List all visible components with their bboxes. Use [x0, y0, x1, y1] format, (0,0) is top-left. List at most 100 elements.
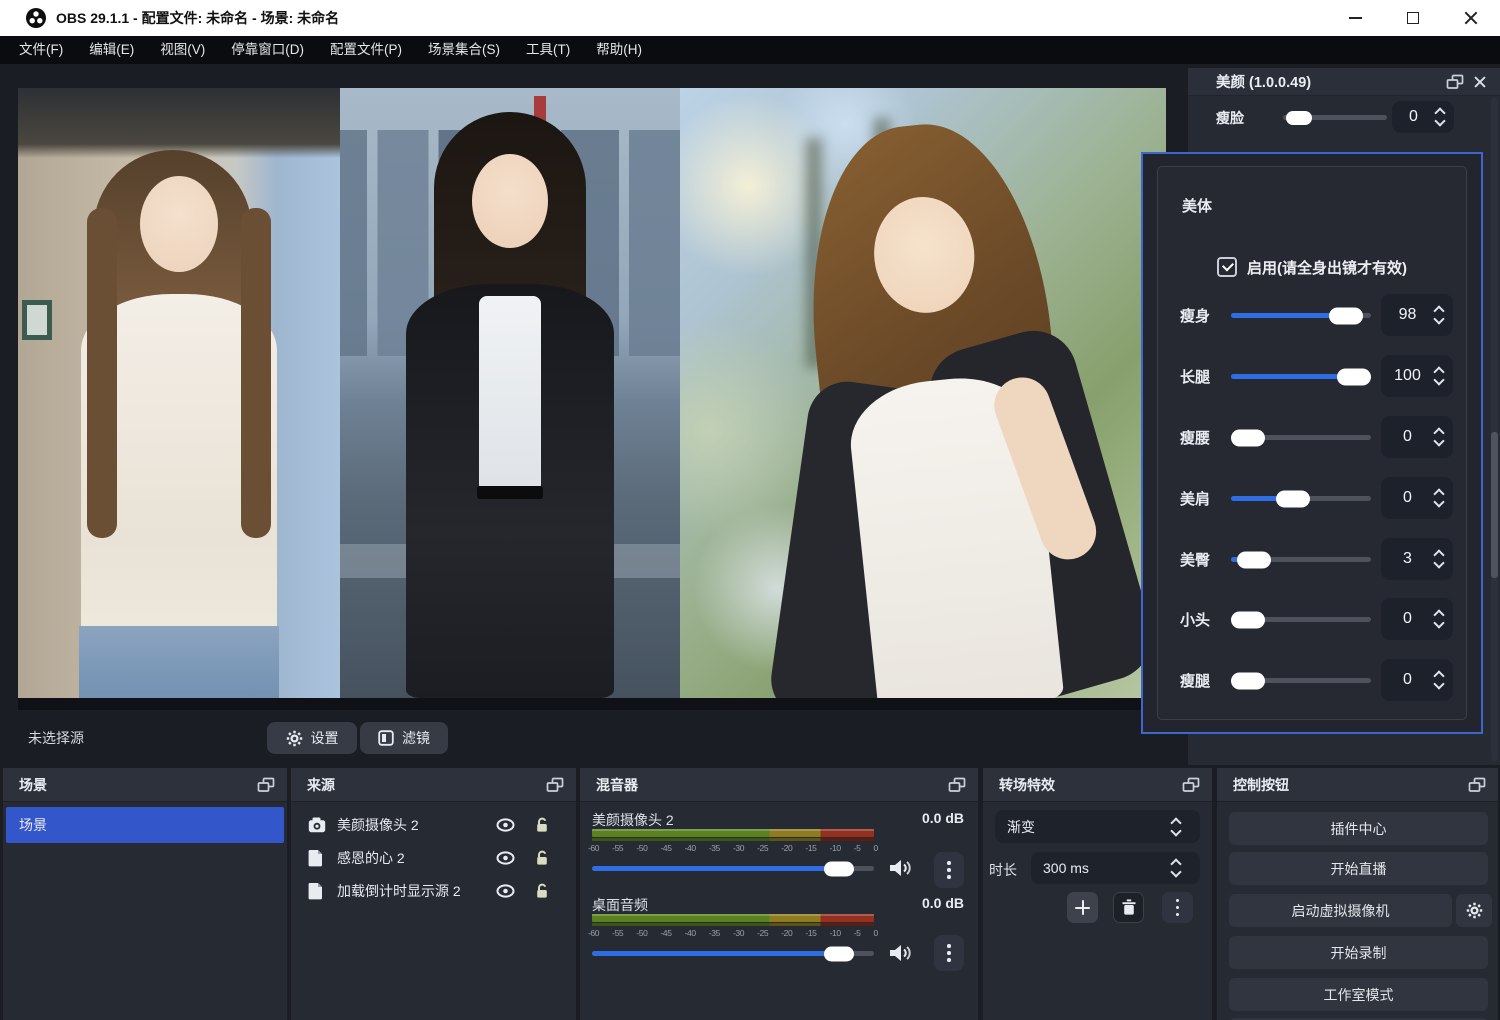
face-slider[interactable] [1283, 109, 1387, 126]
plugin-center-button[interactable]: 插件中心 [1229, 812, 1488, 845]
slider-xiaotou[interactable] [1231, 611, 1371, 628]
menu-tools[interactable]: 工具(T) [513, 36, 583, 64]
duration-input[interactable]: 300 ms [1031, 852, 1200, 884]
chevron-up-icon[interactable] [1435, 108, 1445, 115]
menu-edit[interactable]: 编辑(E) [76, 36, 147, 64]
speaker-icon[interactable] [888, 858, 912, 878]
transitions-dock-header[interactable]: 转场特效 [983, 768, 1212, 802]
studio-mode-button[interactable]: 工作室模式 [1229, 978, 1488, 1011]
menu-view[interactable]: 视图(V) [147, 36, 218, 64]
chevron-up-icon[interactable] [1171, 859, 1181, 866]
menu-docks[interactable]: 停靠窗口(D) [218, 36, 317, 64]
menu-scene-collection[interactable]: 场景集合(S) [415, 36, 513, 64]
slider-shouyao[interactable] [1231, 429, 1371, 446]
chevron-up-icon[interactable] [1434, 306, 1444, 313]
slider-handle[interactable] [1337, 368, 1371, 385]
slider-spinbox[interactable]: 0 [1381, 598, 1453, 640]
chevron-up-icon[interactable] [1434, 610, 1444, 617]
chevron-down-icon[interactable] [1434, 439, 1444, 446]
volume-slider-handle[interactable] [824, 946, 854, 961]
slider-spinbox[interactable]: 98 [1381, 294, 1453, 336]
kebab-menu-button[interactable] [934, 852, 964, 888]
chevron-down-icon[interactable] [1434, 317, 1444, 324]
source-row-media-1[interactable]: 感恩的心 2 [291, 841, 576, 874]
slider-spinbox[interactable]: 100 [1381, 355, 1453, 397]
popout-squares-icon[interactable] [257, 777, 275, 793]
slider-changtui[interactable] [1231, 368, 1371, 385]
slider-handle[interactable] [1237, 551, 1271, 568]
chevron-down-icon[interactable] [1171, 870, 1181, 877]
lock-unlocked-icon[interactable] [534, 883, 550, 899]
volume-slider[interactable] [592, 945, 874, 962]
slider-spinbox[interactable]: 0 [1381, 659, 1453, 701]
transition-kebab-menu-button[interactable] [1162, 892, 1193, 923]
chevron-up-icon[interactable] [1434, 367, 1444, 374]
mixer-dock-header[interactable]: 混音器 [580, 768, 978, 802]
popout-squares-icon[interactable] [948, 777, 966, 793]
eye-visible-icon[interactable] [496, 818, 515, 832]
slider-spinbox[interactable]: 0 [1381, 477, 1453, 519]
source-row-media-2[interactable]: 加载倒计时显示源 2 [291, 874, 576, 907]
popout-squares-icon[interactable] [1182, 777, 1200, 793]
start-streaming-button[interactable]: 开始直播 [1229, 852, 1488, 885]
slider-shoutui[interactable] [1231, 672, 1371, 689]
chevron-up-icon[interactable] [1434, 550, 1444, 557]
speaker-icon[interactable] [888, 943, 912, 963]
remove-transition-button[interactable] [1113, 892, 1144, 923]
kebab-menu-button[interactable] [934, 935, 964, 971]
chevron-up-icon[interactable] [1434, 671, 1444, 678]
chevron-down-icon[interactable] [1434, 561, 1444, 568]
lock-unlocked-icon[interactable] [534, 850, 550, 866]
virtual-camera-settings-button[interactable] [1456, 894, 1492, 927]
sources-dock-header[interactable]: 来源 [291, 768, 576, 802]
popout-squares-icon[interactable] [1446, 74, 1464, 90]
eye-visible-icon[interactable] [496, 884, 515, 898]
lock-unlocked-icon[interactable] [534, 817, 550, 833]
slider-handle[interactable] [1286, 111, 1312, 125]
slider-shoushen[interactable] [1231, 307, 1371, 324]
menu-file[interactable]: 文件(F) [6, 36, 76, 64]
slider-handle[interactable] [1231, 611, 1265, 628]
scene-list-item-selected[interactable]: 场景 [6, 807, 284, 843]
close-icon[interactable] [1474, 76, 1486, 88]
controls-dock-header[interactable]: 控制按钮 [1217, 768, 1498, 802]
eye-visible-icon[interactable] [496, 851, 515, 865]
chevron-up-icon[interactable] [1434, 428, 1444, 435]
slider-spinbox[interactable]: 3 [1381, 538, 1453, 580]
close-button[interactable] [1442, 0, 1500, 36]
popout-squares-icon[interactable] [546, 777, 564, 793]
beauty-panel-header[interactable]: 美颜 (1.0.0.49) [1188, 68, 1500, 96]
start-recording-button[interactable]: 开始录制 [1229, 936, 1488, 969]
chevron-down-icon[interactable] [1434, 378, 1444, 385]
add-transition-button[interactable] [1067, 892, 1098, 923]
face-slider-spinbox[interactable]: 0 [1392, 101, 1454, 133]
chevron-down-icon[interactable] [1434, 500, 1444, 507]
slider-spinbox[interactable]: 0 [1381, 416, 1453, 458]
volume-slider[interactable] [592, 860, 874, 877]
slider-handle[interactable] [1329, 307, 1363, 324]
preview-canvas[interactable] [18, 88, 1166, 710]
chevron-down-icon[interactable] [1434, 682, 1444, 689]
popout-squares-icon[interactable] [1468, 777, 1486, 793]
enable-checkbox-checked[interactable] [1217, 257, 1237, 277]
slider-handle[interactable] [1276, 490, 1310, 507]
start-virtual-camera-button[interactable]: 启动虚拟摄像机 [1229, 894, 1452, 927]
chevron-down-icon[interactable] [1435, 119, 1445, 126]
slider-handle[interactable] [1231, 429, 1265, 446]
source-properties-button[interactable]: 设置 [267, 722, 357, 754]
transition-select[interactable]: 渐变 [995, 810, 1200, 843]
chevron-down-icon[interactable] [1434, 621, 1444, 628]
source-row-camera[interactable]: 美颜摄像头 2 [291, 808, 576, 841]
maximize-button[interactable] [1384, 0, 1442, 36]
menu-help[interactable]: 帮助(H) [583, 36, 655, 64]
scrollbar-thumb[interactable] [1491, 432, 1498, 578]
minimize-button[interactable] [1326, 0, 1384, 36]
scenes-dock-header[interactable]: 场景 [3, 768, 287, 802]
slider-meijian[interactable] [1231, 490, 1371, 507]
volume-slider-handle[interactable] [824, 861, 854, 876]
chevron-up-icon[interactable] [1434, 489, 1444, 496]
menu-profile[interactable]: 配置文件(P) [317, 36, 415, 64]
filters-button[interactable]: 滤镜 [360, 722, 448, 754]
slider-meitun[interactable] [1231, 551, 1371, 568]
slider-handle[interactable] [1231, 672, 1265, 689]
